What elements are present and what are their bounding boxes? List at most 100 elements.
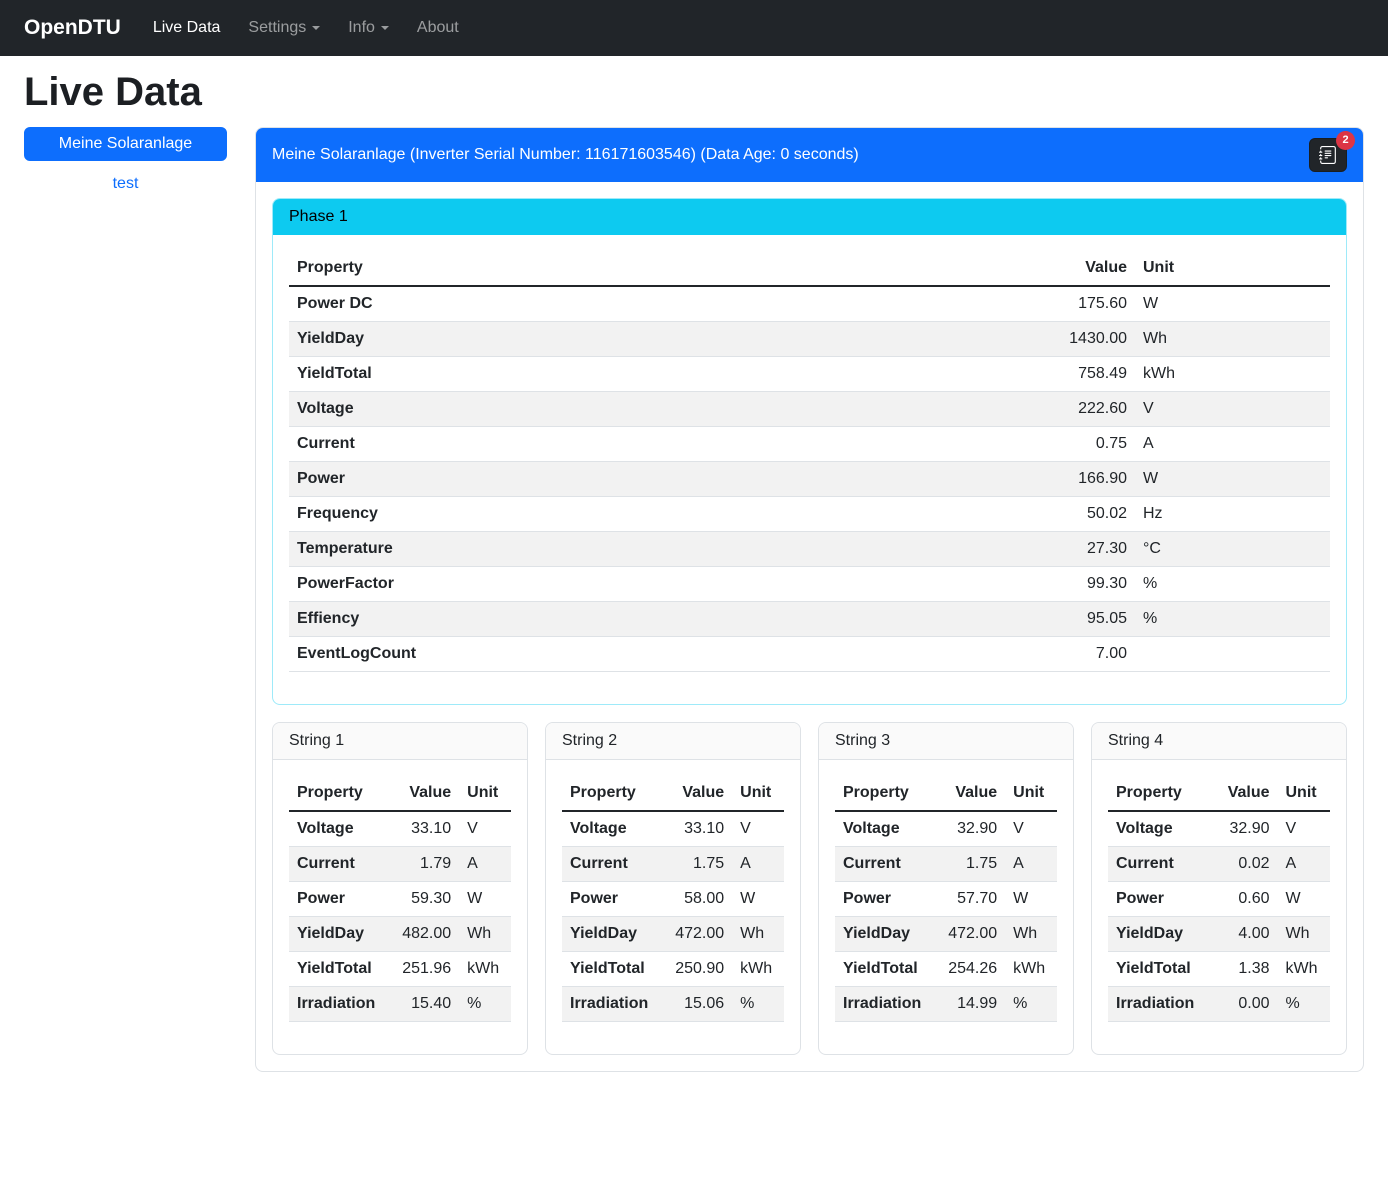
- value-cell: 95.05: [1005, 602, 1135, 637]
- nav-info[interactable]: Info: [334, 11, 403, 45]
- unit-cell: Hz: [1135, 497, 1330, 532]
- inverter-header-text: Meine Solaranlage (Inverter Serial Numbe…: [272, 146, 859, 164]
- unit-cell: kWh: [1278, 952, 1331, 987]
- col-unit: Unit: [1135, 251, 1330, 286]
- string-1-table: Property Value Unit: [289, 776, 511, 1022]
- col-property: Property: [1108, 776, 1202, 811]
- property-cell: Temperature: [289, 532, 1005, 567]
- table-row: Current 0.02 A: [1108, 847, 1330, 882]
- inverter-sidebar: Meine Solaranlage test: [24, 127, 227, 193]
- table-row: YieldDay 472.00 Wh: [835, 917, 1057, 952]
- property-cell: Power: [562, 882, 656, 917]
- table-row: Irradiation 15.40 %: [289, 987, 511, 1022]
- property-cell: YieldDay: [289, 322, 1005, 357]
- unit-cell: V: [732, 811, 784, 847]
- col-value: Value: [929, 776, 1005, 811]
- unit-cell: W: [459, 882, 511, 917]
- value-cell: 99.30: [1005, 567, 1135, 602]
- phase-table: Property Value Unit Power DC: [289, 251, 1330, 672]
- unit-cell: %: [1135, 602, 1330, 637]
- table-row: YieldDay 472.00 Wh: [562, 917, 784, 952]
- property-cell: Irradiation: [835, 987, 929, 1022]
- value-cell: 4.00: [1202, 917, 1277, 952]
- unit-cell: W: [1005, 882, 1057, 917]
- property-cell: Irradiation: [1108, 987, 1202, 1022]
- unit-cell: %: [1005, 987, 1057, 1022]
- value-cell: 250.90: [656, 952, 732, 987]
- property-cell: YieldTotal: [289, 357, 1005, 392]
- col-unit: Unit: [1278, 776, 1331, 811]
- inverter-select-meine-solaranlage[interactable]: Meine Solaranlage: [24, 127, 227, 161]
- nav-settings-label: Settings: [248, 19, 306, 36]
- chevron-down-icon: [381, 26, 389, 30]
- table-row: Current 1.75 A: [562, 847, 784, 882]
- unit-cell: A: [1135, 427, 1330, 462]
- value-cell: 1.75: [656, 847, 732, 882]
- property-cell: Voltage: [289, 811, 383, 847]
- brand-logo[interactable]: OpenDTU: [24, 16, 121, 40]
- property-cell: Current: [562, 847, 656, 882]
- table-row: Voltage 32.90 V: [835, 811, 1057, 847]
- value-cell: 33.10: [383, 811, 459, 847]
- unit-cell: A: [1005, 847, 1057, 882]
- col-unit: Unit: [732, 776, 784, 811]
- property-cell: Irradiation: [562, 987, 656, 1022]
- value-cell: 1.38: [1202, 952, 1277, 987]
- unit-cell: %: [1278, 987, 1331, 1022]
- value-cell: 50.02: [1005, 497, 1135, 532]
- property-cell: EventLogCount: [289, 637, 1005, 672]
- phase-1-card: Phase 1 Property Value Unit: [272, 198, 1347, 705]
- table-row: Frequency 50.02 Hz: [289, 497, 1330, 532]
- value-cell: 33.10: [656, 811, 732, 847]
- table-row: Voltage 222.60 V: [289, 392, 1330, 427]
- unit-cell: W: [732, 882, 784, 917]
- unit-cell: °C: [1135, 532, 1330, 567]
- table-row: YieldTotal 251.96 kWh: [289, 952, 511, 987]
- col-property: Property: [835, 776, 929, 811]
- nav-about[interactable]: About: [403, 11, 473, 45]
- inverter-select-test[interactable]: test: [24, 175, 227, 193]
- value-cell: 58.00: [656, 882, 732, 917]
- property-cell: Power DC: [289, 286, 1005, 322]
- value-cell: 758.49: [1005, 357, 1135, 392]
- unit-cell: A: [732, 847, 784, 882]
- table-header-row: Property Value Unit: [835, 776, 1057, 811]
- value-cell: 0.60: [1202, 882, 1277, 917]
- property-cell: YieldTotal: [562, 952, 656, 987]
- table-row: Power 58.00 W: [562, 882, 784, 917]
- string-3-table: Property Value Unit: [835, 776, 1057, 1022]
- value-cell: 166.90: [1005, 462, 1135, 497]
- unit-cell: %: [459, 987, 511, 1022]
- unit-cell: V: [1135, 392, 1330, 427]
- property-cell: Current: [1108, 847, 1202, 882]
- value-cell: 472.00: [929, 917, 1005, 952]
- table-row: Voltage 32.90 V: [1108, 811, 1330, 847]
- table-row: Voltage 33.10 V: [289, 811, 511, 847]
- table-row: EventLogCount 7.00: [289, 637, 1330, 672]
- unit-cell: Wh: [1005, 917, 1057, 952]
- nav-links: Live Data Settings Info About: [139, 11, 473, 45]
- property-cell: Current: [289, 427, 1005, 462]
- property-cell: Irradiation: [289, 987, 383, 1022]
- nav-settings[interactable]: Settings: [234, 11, 334, 45]
- unit-cell: %: [732, 987, 784, 1022]
- table-header-row: Property Value Unit: [289, 251, 1330, 286]
- value-cell: 251.96: [383, 952, 459, 987]
- value-cell: 7.00: [1005, 637, 1135, 672]
- value-cell: 15.06: [656, 987, 732, 1022]
- unit-cell: %: [1135, 567, 1330, 602]
- table-row: Irradiation 0.00 %: [1108, 987, 1330, 1022]
- unit-cell: [1135, 637, 1330, 672]
- table-row: PowerFactor 99.30 %: [289, 567, 1330, 602]
- page-title: Live Data: [24, 70, 1364, 115]
- property-cell: YieldTotal: [835, 952, 929, 987]
- col-property: Property: [289, 251, 1005, 286]
- string-4-card: String 4 Property Value Unit: [1091, 722, 1347, 1055]
- strings-row: String 1 Property Value Unit: [272, 722, 1347, 1055]
- nav-live-data[interactable]: Live Data: [139, 11, 235, 45]
- col-value: Value: [1005, 251, 1135, 286]
- value-cell: 14.99: [929, 987, 1005, 1022]
- table-row: YieldTotal 250.90 kWh: [562, 952, 784, 987]
- unit-cell: W: [1135, 286, 1330, 322]
- eventlog-button[interactable]: 2: [1309, 138, 1347, 172]
